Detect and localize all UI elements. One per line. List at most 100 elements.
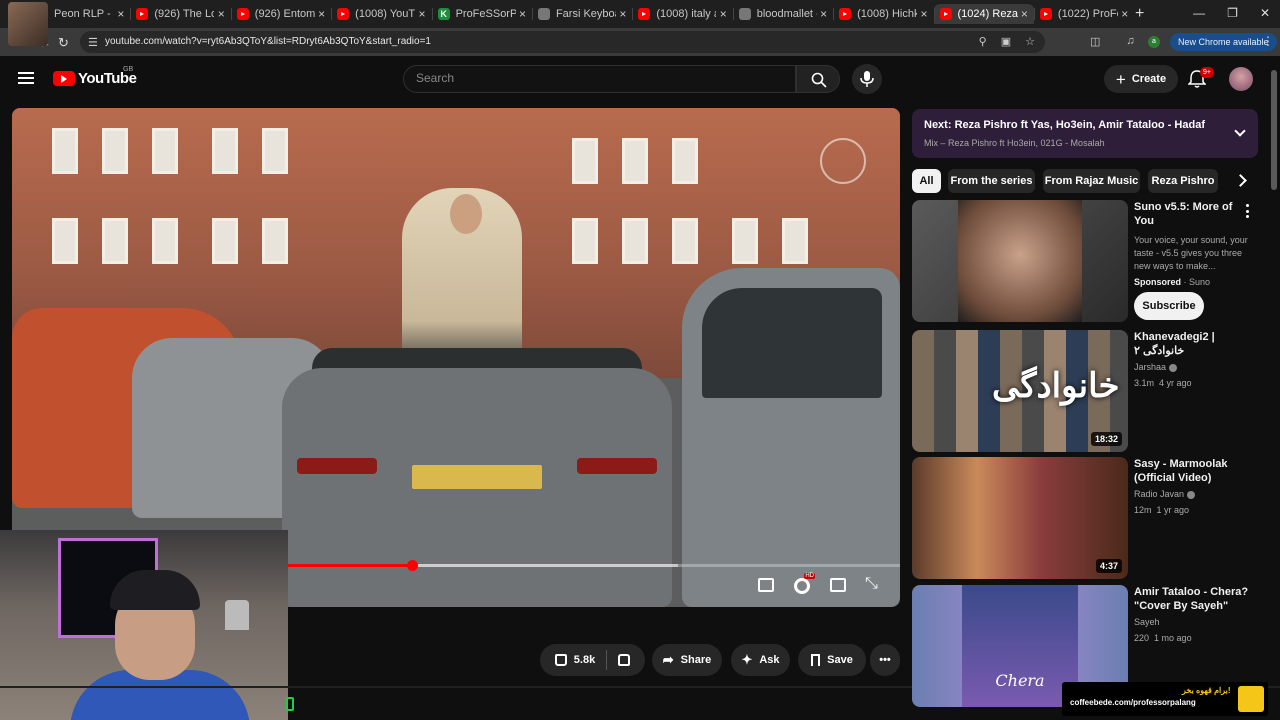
search-icon xyxy=(811,72,827,88)
chip-all[interactable]: All xyxy=(912,169,941,193)
sponsored-card[interactable]: Suno v5.5: More of You Your voice, your … xyxy=(912,200,1258,324)
tab-close-icon[interactable]: × xyxy=(820,7,827,21)
tab-close-icon[interactable]: × xyxy=(519,7,526,21)
browser-tab[interactable]: Farsi Keyboard× xyxy=(531,4,632,24)
page-scrollbar[interactable] xyxy=(1271,70,1277,190)
youtube-logo[interactable]: YouTube GB xyxy=(53,66,137,87)
menu-icon[interactable] xyxy=(18,72,34,84)
minimize-icon[interactable]: — xyxy=(1193,6,1205,20)
fullscreen-icon[interactable] xyxy=(865,575,880,593)
browser-tab[interactable]: (1008) italy am × xyxy=(632,4,732,24)
progress-scrubber[interactable] xyxy=(406,560,418,571)
address-bar[interactable]: ☰ youtube.com/watch?v=ryt6Ab3QToY&list=R… xyxy=(80,31,1045,53)
ad-thumbnail[interactable] xyxy=(912,200,1128,322)
notification-count-badge: 9+ xyxy=(1200,67,1214,78)
search-input[interactable] xyxy=(416,71,776,85)
browser-menu-icon[interactable]: ⋮ xyxy=(1262,34,1274,48)
save-button[interactable]: Save xyxy=(798,644,866,676)
tab-label: (1008) YouTub xyxy=(355,8,415,20)
create-button[interactable]: + Create xyxy=(1104,65,1178,93)
tab-label: Farsi Keyboard xyxy=(555,8,616,20)
tab-close-icon[interactable]: × xyxy=(419,7,426,21)
chevron-right-icon[interactable] xyxy=(1234,174,1247,187)
ad-description: Your voice, your sound, your taste - v5.… xyxy=(1134,235,1248,271)
recommended-video[interactable]: 4:37 Sasy - Marmoolak (Official Video) R… xyxy=(912,457,1258,581)
tab-close-icon[interactable]: × xyxy=(218,7,225,21)
bookmark-star-icon[interactable]: ☆ xyxy=(1025,35,1035,48)
reload-icon[interactable]: ↻ xyxy=(58,35,69,51)
new-chrome-button[interactable]: New Chrome available xyxy=(1170,33,1277,51)
close-window-icon[interactable]: ✕ xyxy=(1260,6,1270,20)
browser-tab[interactable]: ProFeSSorPaLa× xyxy=(431,4,532,24)
tab-close-icon[interactable]: × xyxy=(1021,7,1028,21)
restore-icon[interactable]: ❐ xyxy=(1227,6,1238,20)
page-icon xyxy=(537,8,550,20)
up-next-card[interactable]: Next: Reza Pishro ft Yas, Ho3ein, Amir T… xyxy=(912,109,1258,158)
browser-tab[interactable]: (926) The Lost× xyxy=(130,4,230,24)
browser-tab[interactable]: (1008) YouTub × xyxy=(331,4,431,24)
video-stats: 12m 1 yr ago xyxy=(1134,505,1190,515)
search-button[interactable] xyxy=(796,65,840,93)
progress-buffered xyxy=(411,564,678,567)
tab-label: (1024) Reza Pi xyxy=(957,8,1018,20)
youtube-icon xyxy=(939,8,952,20)
extensions-icon[interactable]: ◫ xyxy=(1090,35,1100,48)
ask-button[interactable]: ✦ Ask xyxy=(731,644,790,676)
new-tab-button[interactable]: + xyxy=(1135,5,1144,23)
miniplayer-icon[interactable] xyxy=(830,578,846,592)
share-arrow-icon: ➦ xyxy=(662,652,674,667)
chip-from-rajaz[interactable]: From Rajaz Music xyxy=(1043,169,1140,193)
share-button[interactable]: ➦ Share xyxy=(652,644,722,676)
channel-watermark-icon[interactable] xyxy=(820,138,866,184)
profile-icon[interactable]: a xyxy=(1148,36,1160,48)
settings-gear-icon[interactable]: HD xyxy=(794,573,815,594)
chevron-down-icon[interactable] xyxy=(1234,125,1246,137)
sparkle-icon: ✦ xyxy=(741,652,753,667)
tab-label: (1008) Hichkas xyxy=(857,8,918,20)
browser-tab[interactable]: (926) Entombe× xyxy=(230,4,331,24)
thumbs-down-icon[interactable] xyxy=(618,654,631,666)
video-thumbnail[interactable]: خانوادگی 18:32 xyxy=(912,330,1128,452)
tab-close-icon[interactable]: × xyxy=(1121,7,1128,21)
voice-search-button[interactable] xyxy=(852,64,882,94)
tab-close-icon[interactable]: × xyxy=(619,7,626,21)
promo-url: coffeebede.com/professorpalang xyxy=(1070,698,1196,707)
video-title: Sasy - Marmoolak (Official Video) xyxy=(1134,458,1228,484)
browser-tab[interactable]: (1024) Reza Pi× xyxy=(933,4,1034,24)
subtitles-icon[interactable] xyxy=(758,578,774,592)
streamer-avatar xyxy=(8,2,48,46)
tab-close-icon[interactable]: × xyxy=(921,7,928,21)
recommended-video[interactable]: خانوادگی 18:32 Khanevadegi2 | خانوادگی ۲… xyxy=(912,330,1258,454)
account-avatar[interactable] xyxy=(1229,67,1253,91)
zoom-icon[interactable]: ⚲ xyxy=(979,35,987,48)
bookmark-icon xyxy=(811,654,821,669)
tab-close-icon[interactable]: × xyxy=(117,7,124,21)
ad-menu-icon[interactable] xyxy=(1246,204,1249,218)
duration-badge: 18:32 xyxy=(1090,432,1122,446)
cast-icon[interactable]: ▣ xyxy=(1001,35,1011,48)
video-thumbnail[interactable]: 4:37 xyxy=(912,457,1128,579)
media-icon[interactable]: ♫ xyxy=(1126,35,1134,48)
chip-from-series[interactable]: From the series xyxy=(948,169,1035,193)
tab-close-icon[interactable]: × xyxy=(720,7,727,21)
channel-name[interactable]: Radio Javan xyxy=(1134,489,1252,499)
donation-promo-overlay: برام قهوه بخر! coffeebede.com/professorp… xyxy=(1062,682,1268,716)
channel-name[interactable]: Sayeh xyxy=(1134,617,1252,627)
more-actions-button[interactable]: ••• xyxy=(870,644,900,676)
search-box xyxy=(403,65,796,93)
browser-tab[interactable]: bloodmallet - c× xyxy=(732,4,833,24)
license-plate xyxy=(412,465,542,489)
youtube-icon xyxy=(236,8,249,20)
chip-reza-pishro[interactable]: Reza Pishro xyxy=(1148,169,1218,193)
browser-tab[interactable]: (1022) ProFeSs× xyxy=(1033,4,1134,24)
site-info-icon[interactable]: ☰ xyxy=(88,36,98,49)
youtube-icon xyxy=(136,8,149,20)
like-button[interactable]: 5.8k xyxy=(554,654,595,666)
subscribe-button[interactable]: Subscribe xyxy=(1134,292,1204,320)
save-label: Save xyxy=(827,654,853,666)
channel-name[interactable]: Jarshaa xyxy=(1134,362,1252,372)
tab-close-icon[interactable]: × xyxy=(318,7,325,21)
browser-tab[interactable]: (1008) Hichkas× xyxy=(833,4,933,24)
url-text: youtube.com/watch?v=ryt6Ab3QToY&list=RDr… xyxy=(105,36,431,47)
youtube-icon xyxy=(337,8,350,20)
